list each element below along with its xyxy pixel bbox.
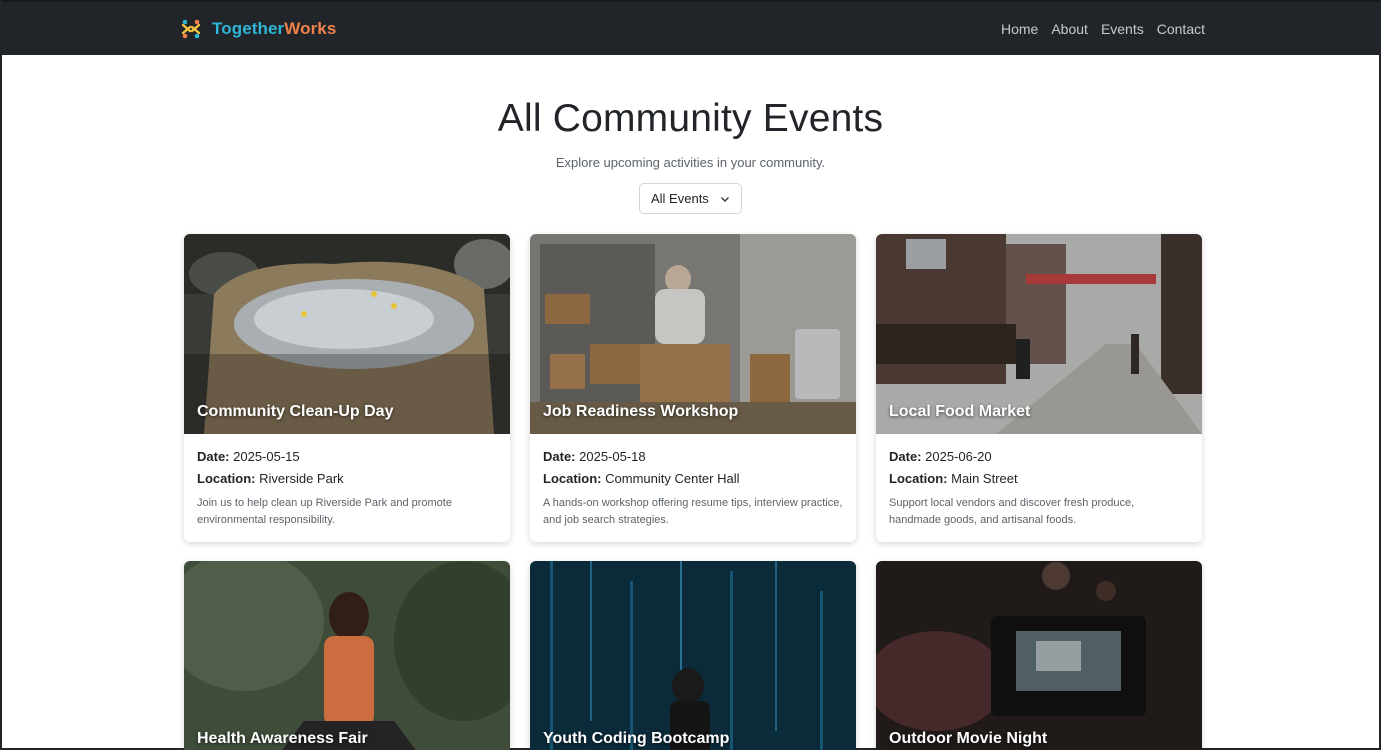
event-description: Support local vendors and discover fresh… xyxy=(889,497,1135,526)
event-card[interactable]: Job Readiness Workshop Date: 2025-05-18 … xyxy=(530,234,856,542)
date-value: 2025-06-20 xyxy=(925,449,992,464)
location-value: Riverside Park xyxy=(259,471,344,486)
nav-link-home[interactable]: Home xyxy=(1001,21,1038,37)
event-title: Job Readiness Workshop xyxy=(543,403,739,420)
page-subtitle: Explore upcoming activities in your comm… xyxy=(555,155,826,170)
brand-name: TogetherWorks xyxy=(212,19,336,39)
date-label: Date: xyxy=(543,449,576,464)
events-grid: Community Clean-Up Day Date: 2025-05-15 … xyxy=(184,234,1202,750)
brand[interactable]: TogetherWorks xyxy=(180,18,336,40)
navbar: TogetherWorks Home About Events Contact xyxy=(2,0,1379,55)
event-title: Outdoor Movie Night xyxy=(889,730,1048,747)
event-location: Location: Main Street xyxy=(889,471,1189,486)
event-image: Job Readiness Workshop xyxy=(530,234,856,434)
event-filter-value: All Events xyxy=(651,191,709,206)
date-value: 2025-05-18 xyxy=(579,449,646,464)
location-label: Location: xyxy=(197,471,256,486)
event-description: A hands-on workshop offering resume tips… xyxy=(543,497,843,526)
event-card[interactable]: Outdoor Movie Night xyxy=(876,561,1202,750)
event-image: Outdoor Movie Night xyxy=(876,561,1202,750)
event-date: Date: 2025-05-15 xyxy=(197,449,497,464)
event-title: Community Clean-Up Day xyxy=(197,403,394,420)
people-cross-logo-icon xyxy=(181,19,201,38)
date-label: Date: xyxy=(889,449,922,464)
event-body: Date: 2025-05-15 Location: Riverside Par… xyxy=(184,434,510,542)
event-card[interactable]: Health Awareness Fair xyxy=(184,561,510,750)
event-description: Join us to help clean up Riverside Park … xyxy=(197,497,452,526)
event-filter-select[interactable]: All Events xyxy=(639,183,742,214)
date-value: 2025-05-15 xyxy=(233,449,300,464)
date-label: Date: xyxy=(197,449,230,464)
event-card[interactable]: Community Clean-Up Day Date: 2025-05-15 … xyxy=(184,234,510,542)
event-title: Youth Coding Bootcamp xyxy=(543,730,730,747)
event-image: Local Food Market xyxy=(876,234,1202,434)
event-image: Youth Coding Bootcamp xyxy=(530,561,856,750)
event-date: Date: 2025-06-20 xyxy=(889,449,1189,464)
location-value: Main Street xyxy=(951,471,1018,486)
nav-link-contact[interactable]: Contact xyxy=(1157,21,1205,37)
event-image: Community Clean-Up Day xyxy=(184,234,510,434)
hero: All Community Events Explore upcoming ac… xyxy=(2,97,1379,214)
event-body: Date: 2025-06-20 Location: Main Street S… xyxy=(876,434,1202,542)
event-title: Local Food Market xyxy=(889,403,1031,420)
event-card[interactable]: Local Food Market Date: 2025-06-20 Locat… xyxy=(876,234,1202,542)
nav-links: Home About Events Contact xyxy=(1001,21,1205,37)
event-card[interactable]: Youth Coding Bootcamp xyxy=(530,561,856,750)
nav-link-about[interactable]: About xyxy=(1051,21,1088,37)
event-title: Health Awareness Fair xyxy=(197,730,368,747)
event-image: Health Awareness Fair xyxy=(184,561,510,750)
event-body: Date: 2025-05-18 Location: Community Cen… xyxy=(530,434,856,542)
page-title: All Community Events xyxy=(497,97,884,140)
brand-name-part2: Works xyxy=(284,18,337,38)
location-label: Location: xyxy=(889,471,948,486)
brand-name-part1: Together xyxy=(212,18,285,38)
event-date: Date: 2025-05-18 xyxy=(543,449,843,464)
event-location: Location: Community Center Hall xyxy=(543,471,843,486)
location-value: Community Center Hall xyxy=(605,471,740,486)
location-label: Location: xyxy=(543,471,602,486)
filter-wrap: All Events xyxy=(2,183,1379,214)
chevron-down-icon xyxy=(721,196,729,202)
event-location: Location: Riverside Park xyxy=(197,471,497,486)
nav-link-events[interactable]: Events xyxy=(1101,21,1144,37)
